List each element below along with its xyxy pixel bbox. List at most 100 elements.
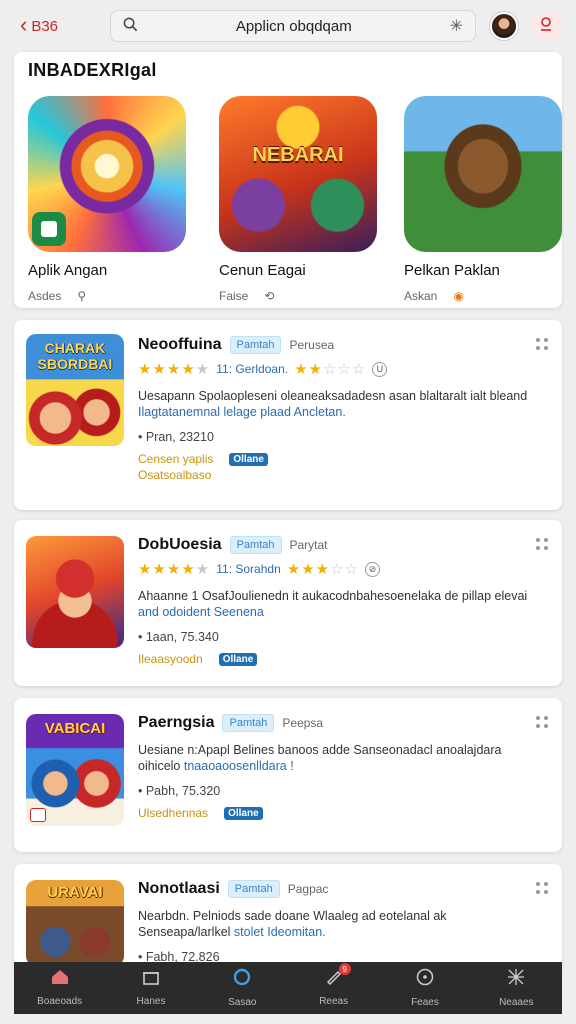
featured-heading: INBADEXRIgal <box>28 60 157 80</box>
share-icon: ⟲ <box>264 289 275 303</box>
app-card[interactable]: CHARAK SBORDBAI Neooffuina Pamtah Peruse… <box>14 320 562 510</box>
online-tag: Ollane <box>229 452 268 466</box>
nav-item-store[interactable]: Hanes <box>116 969 186 1007</box>
nav-item-reviews[interactable]: 9 Reeas <box>299 963 369 1007</box>
nav-item-more[interactable]: Neaaes <box>481 968 551 1008</box>
rating-row: ★★★★★ 11: Gerldoan. ★★☆☆☆ U <box>138 360 532 378</box>
search-input[interactable] <box>148 17 440 35</box>
app-thumbnail: CHARAK SBORDBAI <box>26 334 124 446</box>
nav-item-center[interactable]: Sasao <box>207 968 277 1008</box>
back-label: B36 <box>31 17 59 35</box>
app-description: Ahaanne 1 OsafJoulienedn it aukacodnbahe… <box>138 588 532 620</box>
info-icon[interactable]: U <box>372 361 388 377</box>
app-icon <box>404 96 562 252</box>
developer-name: Pagpac <box>287 882 329 896</box>
description-text: Uesapann Spolaopleseni oleaneaksadadesn … <box>138 389 528 403</box>
star-rating: ★★★★★ <box>138 561 211 578</box>
online-tag: Ollane <box>224 806 263 820</box>
badge-icon: ◉ <box>453 289 464 303</box>
more-options-icon[interactable] <box>536 882 548 894</box>
art-title: NEBARAI <box>252 144 344 166</box>
featured-item[interactable]: NEBARAI Cenun Eagai Faise ⟲ <box>219 96 377 303</box>
premium-badge: Pamtah <box>229 336 282 354</box>
rating-row: ★★★★★ 11: Sorahdn ★★★☆☆ ⊘ <box>138 560 532 578</box>
featured-item[interactable]: Aplik Angan Asdes ⚲ <box>28 96 186 303</box>
pin-icon: ⚲ <box>77 289 87 303</box>
app-icon <box>28 96 186 252</box>
online-tag: Ollane <box>218 652 258 666</box>
app-size: • Pran, 23210 <box>138 430 214 444</box>
account-button[interactable] <box>532 11 562 41</box>
app-card-content: Paerngsia Pamtah Peepsa Uesiane n:Apapl … <box>138 714 532 820</box>
nav-label: Reeas <box>319 996 349 1007</box>
description-link[interactable]: stolet Ideomitan. <box>234 925 326 939</box>
category-tag: Ileaasyoodn <box>138 652 203 666</box>
featured-item-meta-row: Faise ⟲ <box>219 289 377 303</box>
app-card[interactable]: DobUoesia Pamtah Parytat ★★★★★ 11: Sorah… <box>14 520 562 686</box>
title-row: Paerngsia Pamtah Peepsa <box>138 714 532 732</box>
more-options-icon[interactable] <box>536 338 548 350</box>
nav-label: Hanes <box>136 996 166 1007</box>
compass-icon <box>416 968 434 991</box>
store-icon <box>142 969 160 990</box>
nav-item-home[interactable]: Boaeoads <box>25 969 95 1007</box>
premium-badge: Pamtah <box>229 536 282 554</box>
app-title: Paerngsia <box>138 714 215 731</box>
featured-item-meta-row: Asdes ⚲ <box>28 289 186 303</box>
art-title: VABICAI <box>44 720 106 737</box>
tag-row: Censen yaplis Ollane <box>138 452 532 466</box>
app-title: Nonotlaasi <box>138 880 220 897</box>
developer-name: Peepsa <box>282 716 324 730</box>
back-button[interactable]: ‹ B36 <box>20 14 96 37</box>
rating-text: 11: Sorahdn <box>216 562 281 576</box>
person-search-icon <box>539 16 555 36</box>
premium-badge: Pamtah <box>222 714 275 732</box>
featured-item-name: Cenun Eagai <box>219 262 306 279</box>
featured-item-name: Pelkan Paklan <box>404 262 500 279</box>
avatar[interactable] <box>490 12 518 40</box>
subcategory: Osatsoalbaso <box>138 468 212 482</box>
home-icon <box>51 969 69 990</box>
app-card-content: DobUoesia Pamtah Parytat ★★★★★ 11: Sorah… <box>138 536 532 666</box>
nav-item-explore[interactable]: Feaes <box>390 968 460 1008</box>
description-link[interactable]: and odoident Seenena <box>138 605 264 619</box>
nav-label: Neaaes <box>499 997 534 1008</box>
app-card-content: Nonotlaasi Pamtah Pagpac Nearbdn. Pelnio… <box>138 880 532 964</box>
featured-item-name: Aplik Angan <box>28 262 108 279</box>
nav-label: Feaes <box>411 997 439 1008</box>
nav-label: Sasao <box>228 997 257 1008</box>
app-card[interactable]: URAVAI Nonotlaasi Pamtah Pagpac Nearbdn.… <box>14 864 562 974</box>
app-card[interactable]: VABICAI Paerngsia Pamtah Peepsa Uesiane … <box>14 698 562 852</box>
app-size: • 1aan, 75.340 <box>138 630 219 644</box>
title-row: Nonotlaasi Pamtah Pagpac <box>138 880 532 898</box>
star-rating-secondary: ★★☆☆☆ <box>294 361 367 378</box>
description-link[interactable]: tnaaoaoosenlldara ! <box>184 759 294 773</box>
circle-icon <box>233 968 251 991</box>
app-description: Uesapann Spolaopleseni oleaneaksadadesn … <box>138 388 532 420</box>
art-title: URAVAI <box>47 884 103 901</box>
app-thumbnail <box>26 536 124 648</box>
app-card-content: Neooffuina Pamtah Perusea ★★★★★ 11: Gerl… <box>138 336 532 482</box>
search-bar[interactable]: ✳ <box>110 10 476 42</box>
description-link[interactable]: Ilagtatanemnal lelage plaad Ancletan. <box>138 405 346 419</box>
rating-text: 11: Gerldoan. <box>216 362 289 376</box>
star-rating: ★★★★★ <box>138 361 211 378</box>
featured-item-meta: Askan <box>404 289 438 303</box>
art-title: CHARAK SBORDBAI <box>37 340 113 372</box>
more-options-icon[interactable] <box>536 538 548 550</box>
star-rating-secondary: ★★★☆☆ <box>286 561 359 578</box>
category-tag: Ulsedhennas <box>138 806 209 820</box>
featured-section: INBADEXRIgal Aplik Angan Asdes ⚲ NEBARAI… <box>14 52 562 308</box>
app-size: • Pabh, 75.320 <box>138 784 221 798</box>
info-icon[interactable]: ⊘ <box>365 561 380 577</box>
featured-item[interactable]: Pelkan Paklan Askan ◉ <box>404 96 562 303</box>
notification-badge: 9 <box>338 963 351 975</box>
puzzle-icon <box>507 968 525 991</box>
app-thumbnail: URAVAI <box>26 880 124 966</box>
more-options-icon[interactable] <box>536 716 548 728</box>
category-tag: Censen yaplis <box>138 452 214 466</box>
developer-name: Perusea <box>289 338 335 352</box>
description-text: Ahaanne 1 OsafJoulienedn it aukacodnbahe… <box>138 589 528 603</box>
play-store-icon <box>32 212 66 246</box>
sparkle-icon[interactable]: ✳ <box>450 16 463 36</box>
